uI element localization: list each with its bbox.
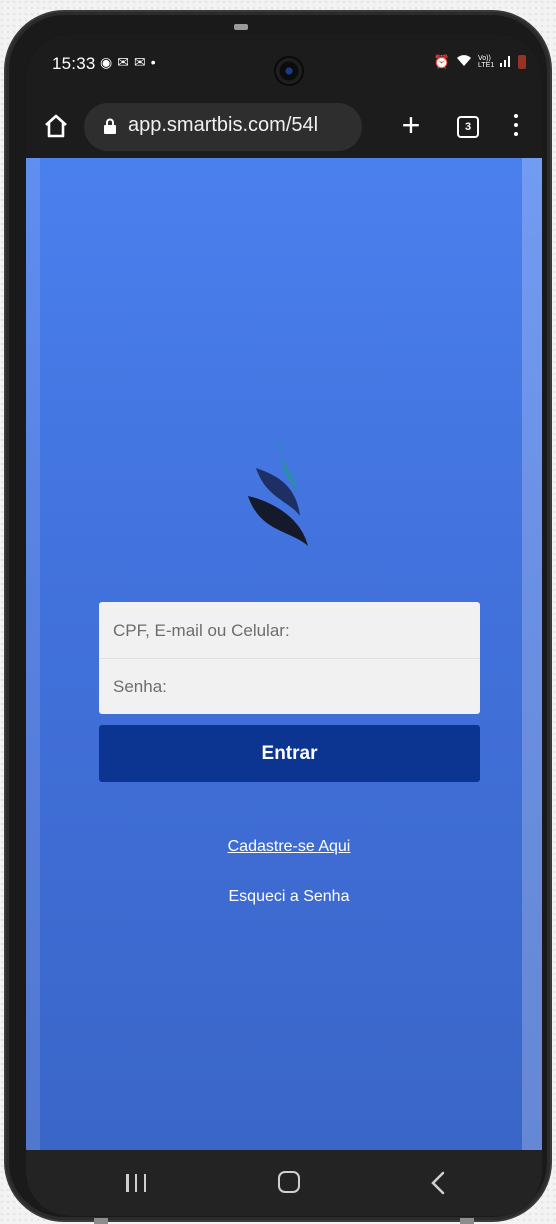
phone-frame: 15:33 ◉ ✉ ✉ • ⏰ Vo)) LTE1 app.smartbis.c…	[6, 12, 550, 1224]
app-logo	[244, 434, 324, 550]
lock-icon	[104, 118, 116, 134]
login-form	[99, 602, 480, 714]
page-content: Entrar Cadastre-se Aqui Esqueci a Senha	[26, 158, 542, 1150]
forgot-password-link[interactable]: Esqueci a Senha	[26, 888, 542, 906]
front-camera	[276, 58, 302, 84]
register-link[interactable]: Cadastre-se Aqui	[26, 838, 542, 856]
home-icon[interactable]	[40, 110, 72, 142]
back-icon[interactable]	[428, 1170, 448, 1196]
battery-icon	[518, 55, 526, 69]
password-input[interactable]	[99, 659, 480, 714]
address-bar[interactable]: app.smartbis.com/54l	[84, 103, 362, 151]
chrome-icon: ◉	[100, 54, 113, 70]
screen-edge-right	[522, 158, 542, 1150]
dot-icon: •	[150, 54, 156, 70]
new-tab-button[interactable]: +	[394, 108, 428, 142]
url-text: app.smartbis.com/54l	[128, 114, 319, 136]
notification-icons: ◉ ✉ ✉ •	[100, 54, 156, 71]
mail-icon: ✉	[117, 54, 129, 70]
screen-edge-left	[26, 158, 40, 1150]
mail-icon: ✉	[133, 54, 146, 70]
user-input[interactable]	[99, 604, 480, 659]
more-options-icon[interactable]	[512, 114, 520, 140]
signal-icon	[500, 55, 512, 70]
enter-button[interactable]: Entrar	[99, 725, 480, 782]
phone-screen: 15:33 ◉ ✉ ✉ • ⏰ Vo)) LTE1 app.smartbis.c…	[26, 34, 542, 1216]
system-icons: ⏰ Vo)) LTE1	[434, 54, 526, 70]
volte-icon: Vo)) LTE1	[478, 55, 495, 69]
status-bar: 15:33 ◉ ✉ ✉ • ⏰ Vo)) LTE1	[26, 34, 542, 96]
wifi-icon	[456, 54, 472, 70]
alarm-icon: ⏰	[433, 54, 450, 69]
status-time: 15:33	[52, 54, 96, 73]
recent-apps-icon[interactable]	[126, 1174, 146, 1192]
home-nav-icon[interactable]	[278, 1171, 300, 1193]
browser-toolbar: app.smartbis.com/54l + 3	[26, 96, 542, 158]
phone-button	[94, 1218, 108, 1224]
phone-button	[460, 1218, 474, 1224]
tab-switcher-button[interactable]: 3	[457, 116, 479, 138]
navigation-bar	[26, 1150, 542, 1216]
phone-button	[234, 24, 248, 30]
